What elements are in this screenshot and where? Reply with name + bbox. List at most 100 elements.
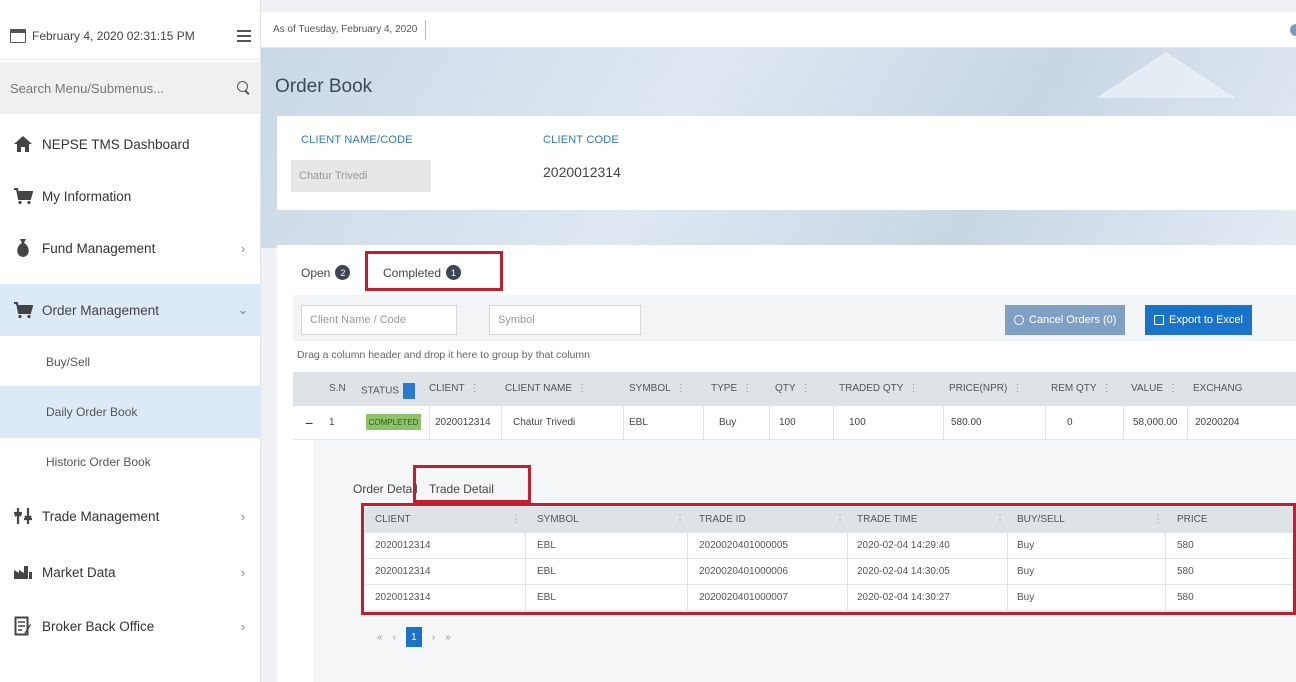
col-header-value[interactable]: VALUE ⋮ [1131,383,1178,394]
open-count-badge: 2 [335,265,351,280]
excel-icon [1154,315,1164,325]
top-bar: As of Tuesday, February 4, 2020 [261,12,1296,48]
cell-sn: 1 [329,417,335,428]
user-avatar-icon[interactable] [1290,24,1296,36]
sidebar-subitem-historic-order-book[interactable]: Historic Order Book [0,436,261,488]
current-datetime: February 4, 2020 02:31:15 PM [32,28,195,43]
client-code-label: CLIENT CODE [543,134,619,146]
chevron-right-icon: › [240,564,246,580]
cell-qty: 100 [779,417,796,428]
collapse-row-icon[interactable]: − [305,415,313,431]
cancel-icon [1014,315,1024,325]
export-excel-button[interactable]: Export to Excel [1145,305,1252,335]
cell-price: 580.00 [951,417,982,428]
trade-icon [12,505,34,527]
col-header-sn[interactable]: S.N [329,383,346,394]
sidebar-item-label: Broker Back Office [42,618,155,634]
cart-icon [12,185,34,207]
document-edit-icon [12,615,34,637]
symbol-filter-input[interactable] [489,305,641,335]
sidebar-item-fund-management[interactable]: Fund Management › [0,222,261,274]
col-header-qty[interactable]: QTY ⋮ [775,383,811,394]
sidebar-item-label: Fund Management [42,240,156,256]
page-title: Order Book [275,76,373,97]
group-by-hint: Drag a column header and drop it here to… [297,349,591,361]
menu-search [0,62,261,114]
cell-rem-qty: 0 [1067,417,1073,428]
trade-grid-highlight [361,503,1296,615]
first-page-icon[interactable]: « [377,632,383,643]
order-detail-area: Order Detail Trade Detail CLIENT SYMBOL … [313,440,1296,682]
main-content: As of Tuesday, February 4, 2020 Order Bo… [261,0,1296,682]
sidebar-item-my-information[interactable]: My Information [0,170,261,222]
chevron-down-icon: ⌄ [237,302,249,317]
cancel-orders-button[interactable]: Cancel Orders (0) [1005,305,1126,335]
column-menu-icon[interactable] [402,383,415,399]
sidebar-item-label: Order Management [42,302,160,318]
mountain-decoration [1096,52,1236,98]
sidebar-item-trade-management[interactable]: Trade Management › [0,490,261,542]
calendar-icon [10,28,26,43]
cart-icon [12,299,34,321]
order-grid-header: S.N STATUS CLIENT ⋮ CLIENT NAME ⋮ SYMBOL ⋮ … [293,372,1296,406]
search-icon[interactable] [237,81,251,95]
status-badge: COMPLETED [366,414,421,430]
page-number-current[interactable]: 1 [405,627,422,647]
client-name-label: CLIENT NAME/CODE [301,134,413,146]
tab-open-label: Open [301,265,331,280]
filter-bar: Cancel Orders (0) Export to Excel [293,295,1296,341]
cell-value: 58,000.00 [1133,417,1178,428]
menu-search-input[interactable] [10,80,237,96]
next-page-icon[interactable]: › [432,632,435,643]
col-header-client-name[interactable]: CLIENT NAME ⋮ [505,383,587,394]
sidebar-item-dashboard[interactable]: NEPSE TMS Dashboard [0,118,261,170]
col-header-price[interactable]: PRICE(NPR) ⋮ [949,383,1022,394]
sidebar-subitem-daily-order-book[interactable]: Daily Order Book [0,386,261,438]
chevron-right-icon: › [240,618,246,634]
col-header-client[interactable]: CLIENT ⋮ [429,383,480,394]
money-bag-icon [12,237,34,259]
hamburger-menu-icon[interactable] [237,29,251,42]
tab-order-detail[interactable]: Order Detail [353,482,418,496]
pagination: « ‹ 1 › » [377,627,451,647]
trade-detail-highlight [413,465,531,503]
factory-icon [12,561,34,583]
prev-page-icon[interactable]: ‹ [393,632,396,643]
last-page-icon[interactable]: » [445,632,451,643]
cell-exchange: 20200204 [1195,417,1240,428]
col-header-rem-qty[interactable]: REM QTY ⋮ [1051,383,1112,394]
chevron-right-icon: › [240,240,246,256]
client-code-value: 2020012314 [543,164,621,180]
col-header-traded-qty[interactable]: TRADED QTY ⋮ [839,383,918,394]
sidebar-item-label: My Information [42,188,132,204]
col-header-status[interactable]: STATUS [361,383,415,399]
sidebar-item-label: NEPSE TMS Dashboard [42,136,190,152]
sidebar-item-label: Market Data [42,564,116,580]
sidebar-item-label: Trade Management [42,508,160,524]
sidebar-item-market-data[interactable]: Market Data › [0,546,261,598]
col-header-symbol[interactable]: SYMBOL ⋮ [629,383,686,394]
cancel-orders-label: Cancel Orders (0) [1029,314,1117,326]
sidebar-item-order-management[interactable]: Order Management ⌄ [0,284,261,336]
cell-symbol: EBL [629,417,648,428]
sidebar: February 4, 2020 02:31:15 PM NEPSE TMS D… [0,0,261,682]
sidebar-item-broker-back-office[interactable]: Broker Back Office › [0,600,261,652]
col-header-exchange[interactable]: EXCHANG [1193,383,1242,394]
cell-client-name: Chatur Trivedi [513,417,576,428]
export-excel-label: Export to Excel [1169,314,1243,326]
table-row[interactable]: − 1 COMPLETED 2020012314 Chatur Trivedi … [293,406,1296,440]
tab-open[interactable]: Open 2 [301,265,351,280]
client-filter-input[interactable] [301,305,457,335]
order-panel: Open 2 Completed 1 Cancel Orders (0) Exp… [277,245,1296,682]
client-name-field[interactable] [291,160,431,192]
sidebar-datetime-bar: February 4, 2020 02:31:15 PM [0,12,261,60]
as-of-date: As of Tuesday, February 4, 2020 [273,19,427,40]
col-header-type[interactable]: TYPE ⋮ [711,383,752,394]
client-info-card: CLIENT NAME/CODE CLIENT CODE 2020012314 [277,116,1296,210]
cell-type: Buy [719,417,737,428]
sidebar-subitem-buy-sell[interactable]: Buy/Sell [0,336,261,388]
cell-client: 2020012314 [435,417,491,428]
completed-tab-highlight [365,251,503,291]
chevron-right-icon: › [240,508,246,524]
cell-traded-qty: 100 [849,417,866,428]
